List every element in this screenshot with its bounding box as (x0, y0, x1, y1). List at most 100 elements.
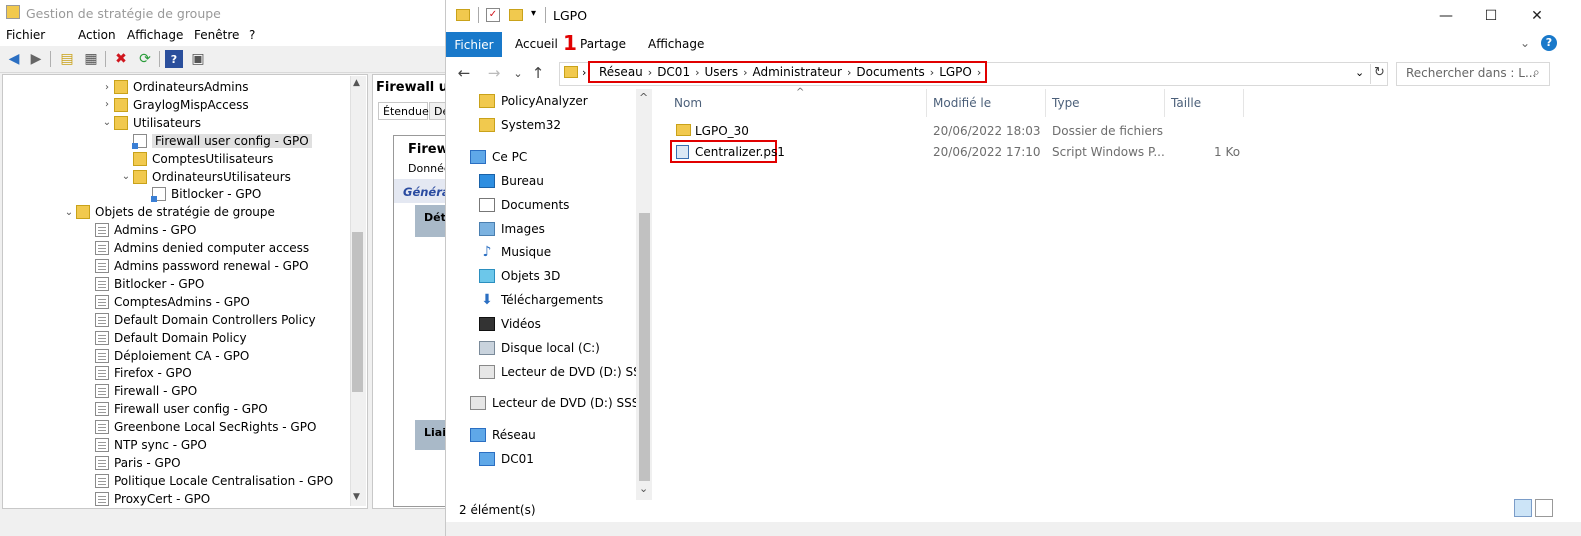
breadcrumb-chevron-icon[interactable]: › (930, 66, 934, 79)
nav-item[interactable]: PolicyAnalyzer (479, 90, 588, 112)
tree-item[interactable]: › OrdinateursAdmins (100, 78, 248, 96)
breadcrumb-administrateur[interactable]: Administrateur (753, 65, 842, 79)
nav-item[interactable]: Documents (479, 194, 569, 216)
forward-arrow-icon[interactable]: → (484, 63, 504, 83)
tree-item[interactable]: ⌄ OrdinateursUtilisateurs (119, 168, 291, 186)
nav-scroll-thumb[interactable] (639, 213, 650, 481)
breadcrumb-reseau[interactable]: Réseau (599, 65, 643, 79)
tree-item[interactable]: ProxyCert - GPO (81, 490, 210, 508)
tree-item[interactable]: Politique Locale Centralisation - GPO (81, 472, 333, 490)
detail-section-general[interactable]: Généra (394, 179, 451, 203)
tree-scroll-thumb[interactable] (352, 232, 363, 392)
ribbon-tab-accueil[interactable]: Accueil (515, 37, 558, 51)
tree-item[interactable]: Paris - GPO (81, 454, 181, 472)
nav-item[interactable]: Images (479, 218, 545, 240)
large-icons-view-icon[interactable] (1535, 499, 1553, 517)
column-divider[interactable] (1045, 89, 1046, 117)
refresh-icon[interactable]: ↻ (1374, 65, 1385, 80)
nav-item[interactable]: System32 (479, 114, 561, 136)
column-header-modified[interactable]: Modifié le (933, 96, 991, 110)
breadcrumb-documents[interactable]: Documents (856, 65, 924, 79)
expand-chevron-icon[interactable]: ⌄ (62, 207, 76, 218)
column-header-type[interactable]: Type (1052, 96, 1080, 110)
help-icon[interactable]: ? (1541, 35, 1557, 51)
breadcrumb-chevron-icon[interactable]: › (847, 66, 851, 79)
nav-item[interactable]: Lecteur de DVD (D:) SSS_X6 (479, 361, 636, 383)
file-row[interactable]: LGPO_30 20/06/2022 18:03 Dossier de fich… (656, 121, 1581, 141)
ribbon-expand-chevron-icon[interactable]: ⌄ (1520, 36, 1530, 50)
properties-check-icon[interactable]: ✓ (486, 8, 500, 22)
forward-arrow-icon[interactable]: ▶ (27, 50, 45, 68)
nav-item[interactable]: Réseau (470, 424, 536, 446)
breadcrumb-root-chevron-icon[interactable]: › (582, 66, 586, 79)
breadcrumb-chevron-icon[interactable]: › (743, 66, 747, 79)
gpm-menu-fenetre[interactable]: Fenêtre (194, 28, 239, 42)
nav-item[interactable]: Lecteur de DVD (D:) SSS_X64 (470, 392, 636, 414)
address-dropdown-icon[interactable]: ⌄ (1355, 66, 1364, 79)
show-hide-tree-icon[interactable]: ▦ (82, 50, 100, 68)
column-header-size[interactable]: Taille (1171, 96, 1201, 110)
column-divider[interactable] (1243, 89, 1244, 117)
search-icon[interactable]: ⌕ (1533, 65, 1540, 80)
close-icon[interactable]: ✕ (1527, 6, 1547, 26)
tree-item[interactable]: Déploiement CA - GPO (81, 347, 249, 365)
search-input[interactable]: Rechercher dans : L... ⌕ (1396, 62, 1550, 86)
tree-item[interactable]: Firewall - GPO (81, 382, 197, 400)
tree-item[interactable]: Firewall user config - GPO (119, 132, 312, 150)
file-row[interactable]: Centralizer.ps1 20/06/2022 17:10 Script … (656, 140, 1581, 163)
ribbon-tab-fichier[interactable]: Fichier (446, 32, 502, 57)
tree-item[interactable]: Admins password renewal - GPO (81, 257, 309, 275)
tree-item[interactable]: ComptesUtilisateurs (119, 150, 273, 168)
scroll-down-icon[interactable]: ▼ (353, 492, 360, 502)
column-divider[interactable] (1164, 89, 1165, 117)
scroll-down-icon[interactable]: ⌄ (639, 482, 648, 495)
minimize-icon[interactable]: — (1436, 6, 1456, 26)
maximize-icon[interactable]: ☐ (1481, 6, 1501, 26)
tree-item[interactable]: Bitlocker - GPO (138, 185, 261, 203)
gpm-menu-affichage[interactable]: Affichage (127, 28, 183, 42)
help-icon[interactable]: ? (165, 50, 183, 68)
tree-item[interactable]: Firewall user config - GPO (81, 400, 268, 418)
tree-item[interactable]: ⌄ Objets de stratégie de groupe (62, 203, 275, 221)
delete-icon[interactable]: ✖ (112, 50, 130, 68)
recent-locations-chevron-icon[interactable]: ⌄ (508, 63, 528, 83)
back-arrow-icon[interactable]: ◀ (5, 50, 23, 68)
tree-item[interactable]: Firefox - GPO (81, 364, 192, 382)
back-arrow-icon[interactable]: ← (454, 63, 474, 83)
scroll-up-icon[interactable]: ^ (639, 91, 648, 104)
tree-item[interactable]: Admins denied computer access (81, 239, 309, 257)
ribbon-tab-affichage[interactable]: Affichage (648, 37, 704, 51)
new-folder-icon[interactable] (509, 9, 523, 21)
tab-etendue[interactable]: Étendue (378, 102, 429, 120)
breadcrumb-lgpo[interactable]: LGPO (939, 65, 972, 79)
up-folder-icon[interactable]: ▤ (58, 50, 76, 68)
nav-item[interactable]: ♪ Musique (479, 241, 552, 263)
tree-item[interactable]: ⌄ Utilisateurs (100, 114, 201, 132)
breadcrumb-chevron-icon[interactable]: › (977, 66, 981, 79)
nav-item[interactable]: ⬇ Téléchargements (479, 289, 603, 311)
nav-item[interactable]: Vidéos (479, 313, 541, 335)
nav-item[interactable]: Disque local (C:) (479, 337, 600, 359)
tree-item[interactable]: Default Domain Controllers Policy (81, 311, 316, 329)
qat-dropdown-icon[interactable]: ▾ (531, 8, 536, 19)
column-divider[interactable] (926, 89, 927, 117)
expand-chevron-icon[interactable]: ⌄ (119, 171, 133, 182)
expand-chevron-icon[interactable]: › (100, 82, 114, 93)
scroll-up-icon[interactable]: ▲ (353, 78, 360, 88)
breadcrumb-users[interactable]: Users (704, 65, 738, 79)
nav-item[interactable]: DC01 (479, 448, 534, 470)
properties-icon[interactable]: ▣ (189, 50, 207, 68)
gpm-menu-fichier[interactable]: Fichier (6, 28, 45, 42)
refresh-icon[interactable]: ⟳ (136, 50, 154, 68)
tree-item[interactable]: ComptesAdmins - GPO (81, 293, 250, 311)
tree-item[interactable]: › GraylogMispAccess (100, 96, 249, 114)
tree-item[interactable]: Greenbone Local SecRights - GPO (81, 418, 316, 436)
details-view-icon[interactable] (1514, 499, 1532, 517)
column-header-name[interactable]: Nom (674, 96, 702, 110)
ribbon-tab-partage[interactable]: Partage (580, 37, 626, 51)
nav-item[interactable]: Ce PC (470, 146, 527, 168)
up-arrow-icon[interactable]: ↑ (528, 63, 548, 83)
nav-item[interactable]: Objets 3D (479, 265, 560, 287)
gpm-menu-action[interactable]: Action (78, 28, 116, 42)
tree-item[interactable]: Default Domain Policy (81, 329, 247, 347)
